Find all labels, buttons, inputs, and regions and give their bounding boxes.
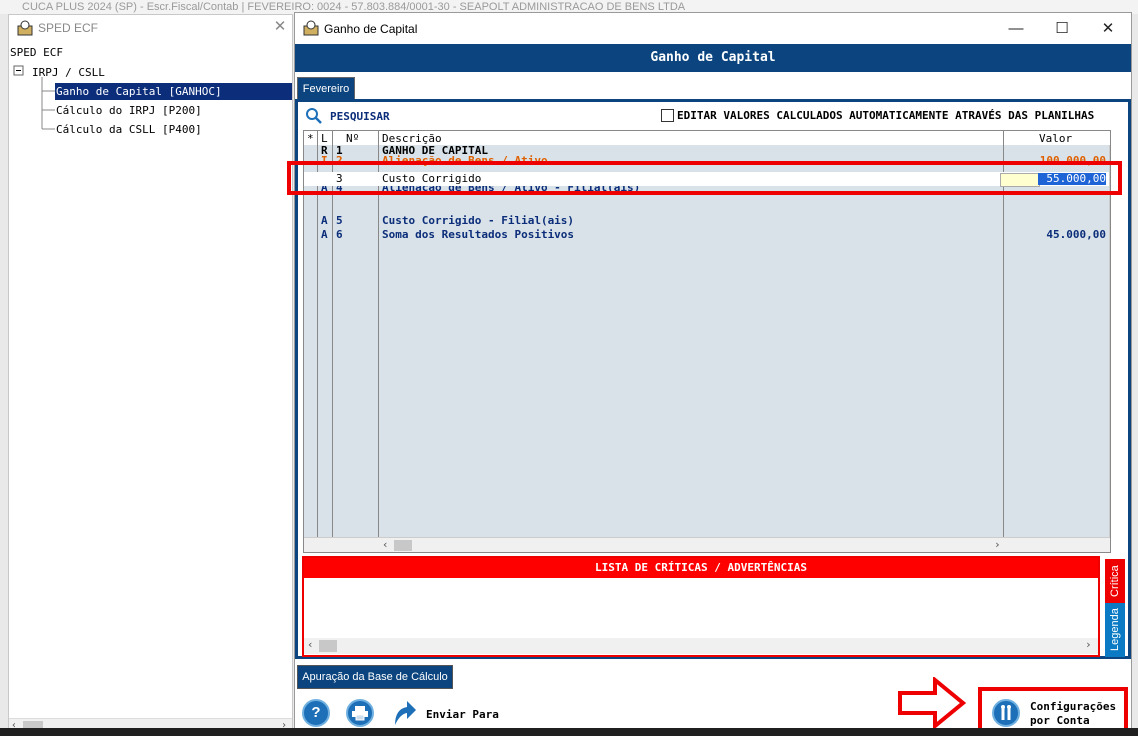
row-l-cell: A <box>321 228 328 241</box>
arrow-right-icon <box>898 677 967 729</box>
left-panel-header: SPED ECF ✕ <box>9 15 292 43</box>
window-title: Ganho de Capital <box>324 22 418 36</box>
search-icon[interactable] <box>305 107 323 125</box>
help-button[interactable]: ? <box>302 699 330 727</box>
scroll-left-icon[interactable]: ‹ <box>382 538 389 551</box>
table-row[interactable]: A 6 Soma dos Resultados Positivos 45.000… <box>304 228 1110 242</box>
row-descricao-cell: Custo Corrigido - Filial(ais) <box>382 214 575 227</box>
row-n-cell: 5 <box>336 214 343 227</box>
table-row[interactable]: A 5 Custo Corrigido - Filial(ais) <box>304 214 1110 228</box>
maximize-button[interactable]: ☐ <box>1039 13 1085 44</box>
config-label-line1: Configurações <box>1030 700 1117 713</box>
critics-header: LISTA DE CRÍTICAS / ADVERTÊNCIAS <box>304 558 1098 578</box>
close-button[interactable]: ✕ <box>1085 13 1131 44</box>
row-n-cell: 6 <box>336 228 343 241</box>
tree-item-calculo-csll[interactable]: Cálculo da CSLL [P400] <box>56 123 202 136</box>
tree-root[interactable]: SPED ECF <box>10 46 63 59</box>
search-label[interactable]: PESQUISAR <box>330 110 390 123</box>
tree-item-calculo-irpj[interactable]: Cálculo do IRPJ [P200] <box>56 104 202 117</box>
edit-calculated-values-checkbox[interactable] <box>661 109 674 122</box>
row-descricao-cell: Soma dos Resultados Positivos <box>382 228 575 241</box>
critics-horizontal-scrollbar[interactable]: ‹ › <box>304 638 1098 654</box>
app-logo-icon <box>303 20 319 36</box>
tools-icon <box>1001 705 1011 720</box>
row-valor-cell: 45.000,00 <box>1046 228 1106 241</box>
close-icon[interactable]: ✕ <box>271 17 289 37</box>
grid-vertical-scrollbar[interactable]: ˄ ˅ <box>1109 145 1110 552</box>
collapse-icon[interactable] <box>13 65 27 79</box>
ganho-de-capital-window: Ganho de Capital — ☐ ✕ Ganho de Capital … <box>287 12 1132 736</box>
minimize-button[interactable]: — <box>993 13 1039 44</box>
grid-header: * L Nº Descrição Valor <box>304 131 1110 145</box>
highlight-box <box>287 161 1122 195</box>
left-panel-title: SPED ECF <box>38 21 99 35</box>
window-titlebar: Ganho de Capital — ☐ ✕ <box>295 13 1131 44</box>
tab-apuracao-base-calculo[interactable]: Apuração da Base de Cálculo <box>297 665 453 689</box>
tab-legenda[interactable]: Legenda <box>1105 603 1125 657</box>
tab-fevereiro[interactable]: Fevereiro <box>297 77 355 100</box>
form-header: Ganho de Capital <box>295 44 1131 72</box>
send-arrow-icon[interactable] <box>391 699 417 727</box>
print-button[interactable] <box>346 699 374 727</box>
tree-item-ganho-de-capital[interactable]: Ganho de Capital [GANHOC] <box>55 83 292 100</box>
scroll-right-icon[interactable]: › <box>994 538 1001 551</box>
grid-horizontal-scrollbar[interactable]: ‹ › <box>304 537 1110 552</box>
app-logo-icon <box>17 20 33 36</box>
config-button-circle <box>992 699 1020 727</box>
scroll-left-icon[interactable]: ‹ <box>307 638 314 651</box>
critics-panel: LISTA DE CRÍTICAS / ADVERTÊNCIAS ‹ › <box>302 556 1100 657</box>
scroll-right-icon[interactable]: › <box>1085 638 1092 651</box>
taskbar-strip <box>0 728 1138 736</box>
send-to-label[interactable]: Enviar Para <box>426 708 499 721</box>
printer-icon <box>352 706 368 721</box>
row-l-cell: A <box>321 214 328 227</box>
tab-critica[interactable]: Crítica <box>1105 559 1125 603</box>
edit-calculated-values-label: EDITAR VALORES CALCULADOS AUTOMATICAMENT… <box>677 109 1095 122</box>
scroll-thumb[interactable] <box>319 640 337 652</box>
config-label-line2: por Conta <box>1030 714 1090 727</box>
tree-item-label: Ganho de Capital [GANHOC] <box>56 85 222 98</box>
scroll-thumb[interactable] <box>394 540 412 551</box>
sped-ecf-panel: SPED ECF ✕ SPED ECF IRPJ / CSLL Ganho de… <box>8 14 293 736</box>
